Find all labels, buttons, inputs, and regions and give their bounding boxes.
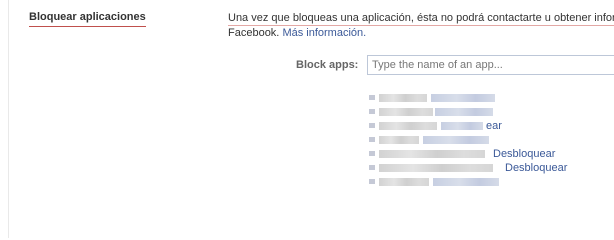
app-icon: [369, 95, 375, 100]
left-divider: [8, 0, 9, 238]
blurred-unblock-link[interactable]: [441, 122, 483, 130]
app-icon: [369, 151, 375, 156]
app-icon: [369, 179, 375, 184]
unblock-link[interactable]: Desbloquear: [493, 147, 555, 161]
description-line-2: Facebook. Más información.: [228, 26, 614, 40]
blurred-app-name: [379, 108, 433, 116]
section-title: Bloquear aplicaciones: [29, 11, 146, 27]
more-info-link[interactable]: Más información.: [282, 27, 366, 39]
app-icon: [369, 123, 375, 128]
blurred-unblock-link[interactable]: [431, 94, 495, 102]
app-icon: [369, 109, 375, 114]
description-facebook-text: Facebook.: [228, 27, 280, 40]
unblock-link[interactable]: ear: [486, 119, 502, 133]
blurred-app-name: [379, 136, 419, 144]
blurred-unblock-link[interactable]: [435, 108, 493, 116]
app-icon: [369, 165, 375, 170]
section-description: Una vez que bloqueas una aplicación, ést…: [228, 11, 614, 40]
blurred-unblock-link[interactable]: [423, 136, 489, 144]
blurred-app-name: [379, 164, 493, 172]
blurred-app-name: [379, 150, 485, 158]
blurred-app-name: [379, 94, 427, 102]
block-apps-input[interactable]: [367, 55, 614, 75]
blurred-unblock-link[interactable]: [433, 178, 499, 186]
blurred-app-name: [379, 178, 429, 186]
block-apps-label: Block apps:: [296, 59, 359, 71]
unblock-link[interactable]: Desbloquear: [505, 161, 567, 175]
app-icon: [369, 137, 375, 142]
blurred-app-name: [379, 122, 437, 130]
description-line-1: Una vez que bloqueas una aplicación, ést…: [228, 11, 614, 26]
